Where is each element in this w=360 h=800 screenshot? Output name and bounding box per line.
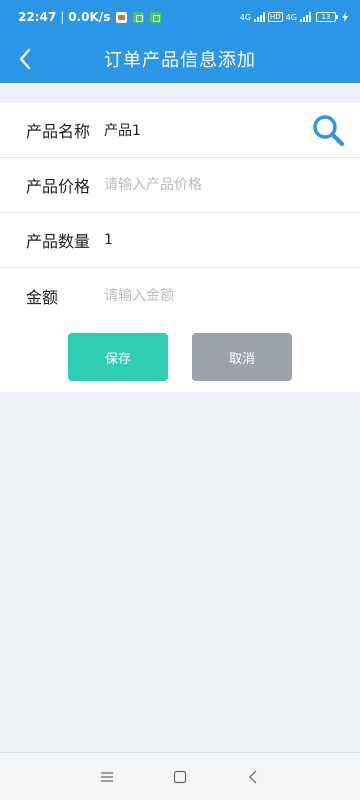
search-icon (313, 115, 345, 147)
product-quantity-label: 产品数量 (26, 232, 91, 251)
charging-icon (342, 12, 348, 22)
menu-icon (100, 771, 113, 782)
signal-icon (254, 12, 266, 22)
battery-icon: 13 (316, 12, 338, 22)
notification-green-icon (133, 11, 145, 23)
form-row-product-name: 产品名称 (0, 103, 360, 158)
status-separator: | (60, 10, 65, 24)
amount-field[interactable] (104, 275, 360, 316)
status-net-speed: 0.0K/s (68, 10, 111, 24)
nav-menu-button[interactable] (93, 763, 121, 791)
product-form: 产品名称 产品价格 产品数量 金额 (0, 103, 360, 323)
product-price-field[interactable] (104, 165, 360, 205)
amount-label: 金额 (26, 287, 59, 307)
page-title: 订单产品信息添加 (104, 49, 256, 71)
cancel-button[interactable]: 取消 (192, 333, 292, 381)
back-button[interactable] (10, 44, 40, 74)
chevron-left-icon (249, 770, 257, 783)
status-right: 4G HD 4G 13 (240, 12, 348, 22)
chevron-left-icon (19, 48, 31, 70)
status-left: 22:47 | 0.0K/s (18, 10, 162, 24)
notification-green-icon (150, 11, 162, 23)
search-button[interactable] (310, 112, 346, 148)
nav-home-button[interactable] (166, 763, 194, 791)
network-type-label: 4G (239, 12, 252, 22)
square-home-icon (173, 770, 187, 783)
app-header: 订单产品信息添加 (0, 34, 360, 83)
form-row-product-price: 产品价格 (0, 158, 360, 213)
save-button[interactable]: 保存 (68, 333, 168, 381)
status-bar: 22:47 | 0.0K/s 4G HD 4G 13 (0, 0, 360, 34)
product-price-label: 产品价格 (26, 177, 91, 196)
system-nav-bar (0, 752, 360, 800)
form-row-amount: 金额 (0, 268, 360, 323)
form-row-product-quantity: 产品数量 (0, 213, 360, 268)
hd-badge: HD (268, 12, 283, 22)
product-quantity-field[interactable] (104, 220, 360, 260)
network-type-label: 4G (285, 12, 297, 22)
nav-back-button[interactable] (239, 763, 267, 791)
action-bar: 保存 取消 (0, 322, 360, 392)
signal-icon (300, 12, 311, 22)
notification-app-icon (116, 11, 128, 23)
product-name-label: 产品名称 (26, 122, 91, 141)
status-time: 22:47 (18, 10, 57, 24)
